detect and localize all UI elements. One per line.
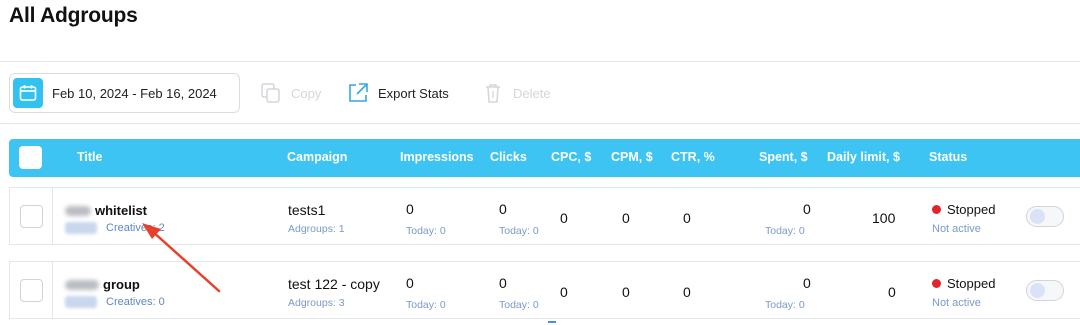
- adgroups-count: Adgroups: 3: [288, 297, 345, 309]
- creatives-link[interactable]: Creatives: 0: [106, 296, 165, 308]
- redacted-id: [65, 296, 97, 308]
- impressions-today: Today: 0: [406, 299, 446, 311]
- cpc-value: 0: [560, 284, 568, 300]
- divider: [0, 123, 1080, 124]
- date-range-text: Feb 10, 2024 - Feb 16, 2024: [52, 85, 217, 101]
- column-divider: [52, 262, 53, 318]
- spent-value: 0: [803, 201, 811, 217]
- spent-value: 0: [803, 275, 811, 291]
- status-subtext: Not active: [932, 223, 981, 235]
- select-all-checkbox[interactable]: [19, 146, 42, 169]
- active-toggle[interactable]: [1026, 280, 1064, 301]
- export-stats-label: Export Stats: [378, 85, 449, 101]
- adgroup-subline: Creatives: 2: [65, 222, 165, 234]
- campaign-name[interactable]: test 122 - copy: [288, 276, 380, 292]
- impressions-today: Today: 0: [406, 225, 446, 237]
- clicks-value: 0: [499, 201, 507, 217]
- column-header-cpm[interactable]: CPM, $: [611, 150, 653, 164]
- status-badge: Stopped: [932, 202, 995, 217]
- status-text: Stopped: [947, 202, 996, 217]
- adgroup-title: group: [103, 277, 140, 292]
- column-header-status[interactable]: Status: [929, 150, 967, 164]
- column-header-ctr[interactable]: CTR, %: [671, 150, 715, 164]
- copy-icon: [258, 80, 284, 106]
- table-row[interactable]: whitelist Creatives: 2 tests1 Adgroups: …: [9, 187, 1080, 245]
- impressions-value: 0: [406, 201, 414, 217]
- status-dot-icon: [932, 205, 941, 214]
- calendar-icon: [13, 78, 43, 108]
- column-header-title[interactable]: Title: [77, 150, 102, 164]
- status-subtext: Not active: [932, 297, 981, 309]
- redacted-text: [65, 279, 99, 290]
- column-header-clicks[interactable]: Clicks: [490, 150, 527, 164]
- delete-label: Delete: [513, 85, 551, 101]
- scroll-indicator: [548, 321, 556, 323]
- trash-icon: [480, 80, 506, 106]
- adgroup-title-link[interactable]: group: [65, 277, 140, 292]
- column-header-campaign[interactable]: Campaign: [287, 150, 347, 164]
- export-stats-button[interactable]: Export Stats: [345, 79, 449, 107]
- date-range-picker[interactable]: Feb 10, 2024 - Feb 16, 2024: [9, 73, 240, 113]
- column-header-impressions[interactable]: Impressions: [400, 150, 474, 164]
- row-checkbox[interactable]: [20, 279, 43, 302]
- toggle-knob: [1030, 209, 1045, 224]
- column-header-daily-limit[interactable]: Daily limit, $: [827, 150, 900, 164]
- toggle-knob: [1030, 283, 1045, 298]
- campaign-name[interactable]: tests1: [288, 202, 325, 218]
- row-checkbox[interactable]: [20, 205, 43, 228]
- copy-label: Copy: [291, 85, 322, 101]
- export-icon: [345, 80, 371, 106]
- cpc-value: 0: [560, 210, 568, 226]
- adgroup-title: whitelist: [95, 203, 148, 218]
- table-header: Title Campaign Impressions Clicks CPC, $…: [9, 139, 1080, 177]
- ctr-value: 0: [683, 284, 691, 300]
- adgroups-count: Adgroups: 1: [288, 223, 345, 235]
- copy-button[interactable]: Copy: [258, 79, 321, 107]
- adgroup-title-link[interactable]: whitelist: [65, 203, 147, 218]
- table-row[interactable]: group Creatives: 0 test 122 - copy Adgro…: [9, 261, 1080, 319]
- impressions-value: 0: [406, 275, 414, 291]
- daily-limit-value: 0: [888, 284, 896, 300]
- cpm-value: 0: [622, 210, 630, 226]
- column-divider: [52, 188, 53, 244]
- page-title: All Adgroups: [9, 4, 138, 27]
- status-dot-icon: [932, 279, 941, 288]
- redacted-text: [65, 205, 91, 216]
- clicks-today: Today: 0: [499, 299, 539, 311]
- column-header-cpc[interactable]: CPC, $: [551, 150, 591, 164]
- divider: [0, 61, 1080, 62]
- adgroup-subline: Creatives: 0: [65, 296, 165, 308]
- status-badge: Stopped: [932, 276, 995, 291]
- creatives-link[interactable]: Creatives: 2: [106, 222, 165, 234]
- delete-button[interactable]: Delete: [480, 79, 551, 107]
- daily-limit-value: 100: [872, 210, 896, 226]
- cpm-value: 0: [622, 284, 630, 300]
- redacted-id: [65, 222, 97, 234]
- spent-today: Today: 0: [765, 225, 805, 237]
- ctr-value: 0: [683, 210, 691, 226]
- spent-today: Today: 0: [765, 299, 805, 311]
- clicks-value: 0: [499, 275, 507, 291]
- status-text: Stopped: [947, 276, 996, 291]
- clicks-today: Today: 0: [499, 225, 539, 237]
- column-header-spent[interactable]: Spent, $: [759, 150, 808, 164]
- active-toggle[interactable]: [1026, 206, 1064, 227]
